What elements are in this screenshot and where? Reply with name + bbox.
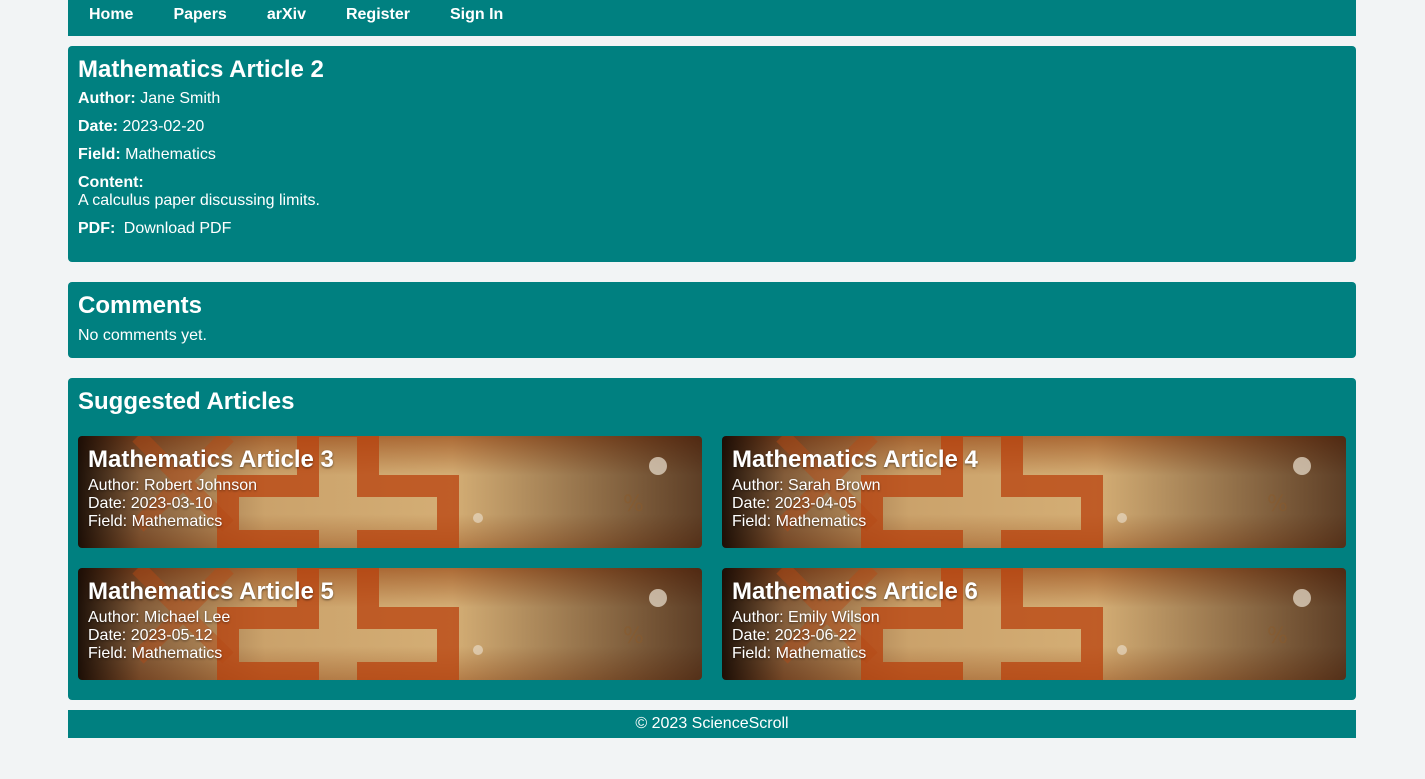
date-label: Date: [78,118,119,135]
author-value: Jane Smith [140,90,221,107]
nav-papers-link[interactable]: Papers [173,0,226,30]
article-date: Date: 2023-02-20 [78,118,1346,136]
field-label: Field: [78,146,121,163]
footer-copyright: © 2023 ScienceScroll [635,715,789,732]
suggested-title: Suggested Articles [78,388,295,415]
card-author: Author: Sarah Brown [732,477,881,494]
nav-arxiv-link[interactable]: arXiv [267,0,306,30]
card-date: Date: 2023-03-10 [88,495,213,512]
content-value: A calculus paper discussing limits. [78,192,320,209]
date-value: 2023-02-20 [122,118,205,135]
card-author: Author: Emily Wilson [732,609,880,626]
card-field: Field: Mathematics [732,513,867,530]
card-author: Author: Michael Lee [88,609,231,626]
card-date: Date: 2023-06-22 [732,627,857,644]
article-panel: Mathematics Article 2 Author: Jane Smith… [68,46,1356,262]
card-title: Mathematics Article 4 [732,446,978,473]
page-footer: © 2023 ScienceScroll [68,710,1356,738]
author-label: Author: [78,90,136,107]
comments-panel: Comments No comments yet. [68,282,1356,358]
article-content: Content: A calculus paper discussing lim… [78,174,1346,210]
card-field: Field: Mathematics [88,645,223,662]
article-pdf: PDF: Download PDF [78,220,1346,238]
field-value: Mathematics [125,146,216,163]
comments-title: Comments [78,292,203,319]
content-label: Content: [78,174,144,191]
card-title: Mathematics Article 3 [88,446,334,473]
article-author: Author: Jane Smith [78,90,1346,108]
suggested-card[interactable]: % Mathematics Article 3 Author: Robert J… [78,436,702,548]
nav-register-link[interactable]: Register [346,0,410,30]
card-field: Field: Mathematics [88,513,223,530]
suggested-panel: Suggested Articles % Mathematics Article… [68,378,1356,700]
top-nav: Home Papers arXiv Register Sign In [68,0,1356,36]
card-author: Author: Robert Johnson [88,477,257,494]
card-field: Field: Mathematics [732,645,867,662]
nav-sign-in-link[interactable]: Sign In [450,0,503,30]
download-pdf-link[interactable]: Download PDF [124,220,232,237]
article-field: Field: Mathematics [78,146,1346,164]
card-title: Mathematics Article 6 [732,578,978,605]
card-date: Date: 2023-05-12 [88,627,213,644]
suggested-card[interactable]: % Mathematics Article 5 Author: Michael … [78,568,702,680]
suggested-card[interactable]: % Mathematics Article 4 Author: Sarah Br… [722,436,1346,548]
nav-home-link[interactable]: Home [89,0,133,30]
pdf-label: PDF: [78,220,116,237]
comments-empty-text: No comments yet. [78,327,207,344]
article-title: Mathematics Article 2 [78,56,324,83]
suggested-card[interactable]: % Mathematics Article 6 Author: Emily Wi… [722,568,1346,680]
card-date: Date: 2023-04-05 [732,495,857,512]
card-title: Mathematics Article 5 [88,578,334,605]
suggested-grid: % Mathematics Article 3 Author: Robert J… [78,436,1346,680]
